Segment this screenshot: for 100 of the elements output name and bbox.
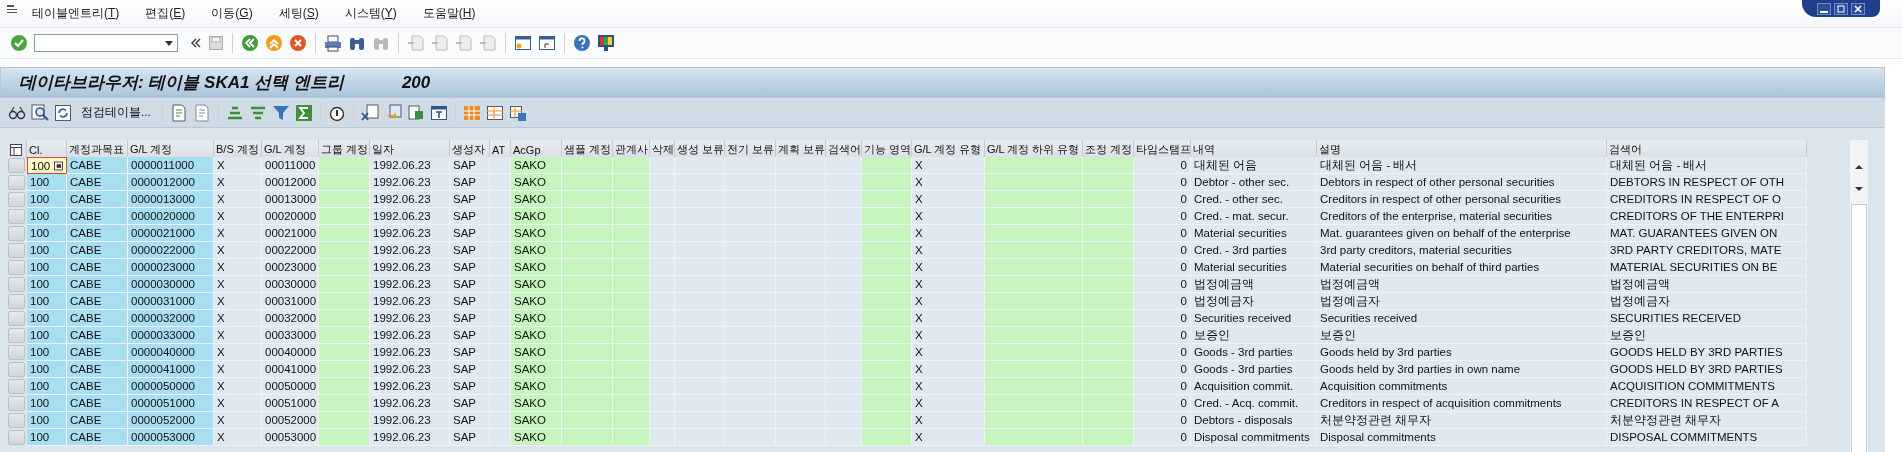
- table-cell: [613, 242, 650, 259]
- table-cell: 00021000: [262, 225, 319, 242]
- search-icon[interactable]: [31, 103, 49, 122]
- refresh-icon[interactable]: [54, 103, 72, 122]
- table-cell: X: [214, 191, 262, 208]
- cancel-icon[interactable]: [289, 34, 307, 52]
- row-selector[interactable]: [8, 311, 25, 326]
- table-cell: 0000012000: [128, 174, 214, 191]
- row-selector[interactable]: [8, 175, 25, 190]
- page-icon[interactable]: [479, 34, 497, 52]
- shortcut-icon[interactable]: [538, 34, 556, 52]
- table-cell: [490, 310, 511, 327]
- table-cell: 100: [27, 191, 67, 208]
- table-cell: [862, 361, 912, 378]
- table-cell: 0: [1134, 276, 1191, 293]
- row-selector[interactable]: [8, 396, 25, 411]
- table-cell[interactable]: 100: [27, 157, 67, 174]
- menu-item[interactable]: 도움말(H): [422, 5, 476, 22]
- enter-icon[interactable]: [10, 34, 28, 52]
- page-icon[interactable]: [431, 34, 449, 52]
- scroll-thumb[interactable]: [1851, 204, 1867, 452]
- table-cell: [319, 259, 370, 276]
- minimize-icon[interactable]: [1817, 2, 1831, 15]
- document-icon[interactable]: [406, 103, 425, 122]
- table-cell: [1083, 310, 1134, 327]
- check-table-button[interactable]: 점검테이블...: [77, 105, 155, 120]
- monitor-icon[interactable]: [597, 34, 615, 52]
- row-selector[interactable]: [8, 328, 25, 343]
- save-icon[interactable]: [208, 35, 224, 51]
- screen-title: 데이타브라우저: 테이블 SKA1 선택 엔트리: [19, 72, 344, 94]
- row-selector[interactable]: [8, 430, 25, 445]
- back-icon[interactable]: [241, 34, 259, 52]
- row-selector[interactable]: [8, 192, 25, 207]
- table-cell: [319, 208, 370, 225]
- print-preview-icon[interactable]: [429, 103, 448, 122]
- table-cell: [826, 429, 862, 446]
- vertical-scrollbar[interactable]: [1850, 140, 1868, 452]
- table-cell: [562, 157, 613, 174]
- table-cell: CABE: [67, 208, 128, 225]
- table-cell: X: [214, 276, 262, 293]
- row-selector[interactable]: [8, 294, 25, 309]
- table-cell: 0: [1134, 327, 1191, 344]
- table-cell: [319, 327, 370, 344]
- table-cell: X: [214, 259, 262, 276]
- table-cell: [562, 344, 613, 361]
- menu-icon[interactable]: [6, 4, 18, 16]
- table-cell: [319, 242, 370, 259]
- table-cell: [613, 208, 650, 225]
- table-cell: [826, 225, 862, 242]
- row-selector[interactable]: [8, 260, 25, 275]
- table-cell: 00022000: [262, 242, 319, 259]
- layout-icon[interactable]: [508, 103, 527, 122]
- menu-item[interactable]: 이동(G): [211, 5, 253, 22]
- table-cell: Material securities: [1191, 259, 1317, 276]
- table-cell: 00052000: [262, 412, 319, 429]
- row-selector[interactable]: [8, 277, 25, 292]
- layout-icon[interactable]: [485, 103, 504, 122]
- exit-icon[interactable]: [265, 34, 283, 52]
- filter-icon[interactable]: [271, 103, 290, 122]
- page-icon[interactable]: [455, 34, 473, 52]
- table-cell: [613, 378, 650, 395]
- table-cell: 1992.06.23: [370, 395, 450, 412]
- excel-export-icon[interactable]: [360, 103, 379, 122]
- table-cell: 1992.06.23: [370, 327, 450, 344]
- table-cell: CABE: [67, 293, 128, 310]
- table-cell: [562, 242, 613, 259]
- table-cell: [650, 429, 675, 446]
- table-cell: 0000013000: [128, 191, 214, 208]
- row-selector[interactable]: [8, 345, 25, 360]
- table-cell: [613, 361, 650, 378]
- table-cell: 100: [27, 259, 67, 276]
- row-selector[interactable]: [8, 209, 25, 224]
- command-field[interactable]: [34, 34, 178, 52]
- sum-icon[interactable]: [294, 103, 313, 122]
- row-selector[interactable]: [8, 413, 25, 428]
- table-cell: SAP: [450, 293, 490, 310]
- value-help-icon[interactable]: [54, 160, 63, 171]
- row-selector[interactable]: [8, 226, 25, 241]
- close-icon[interactable]: [1851, 2, 1865, 15]
- menu-item[interactable]: 편집(E): [145, 5, 186, 22]
- row-selector[interactable]: [8, 362, 25, 377]
- document-icon[interactable]: [192, 103, 211, 122]
- row-selector[interactable]: [8, 379, 25, 394]
- menu-item[interactable]: 시스템(Y): [344, 5, 397, 22]
- menu-item[interactable]: 세팅(S): [278, 5, 319, 22]
- help-icon[interactable]: [573, 34, 591, 52]
- table-cell: X: [912, 378, 985, 395]
- table-cell: 100: [27, 429, 67, 446]
- menu-item[interactable]: 테이블엔트리(T): [32, 5, 120, 22]
- dropdown-icon[interactable]: [165, 40, 173, 46]
- row-selector[interactable]: [8, 243, 25, 258]
- print-icon[interactable]: [324, 34, 342, 52]
- document-icon[interactable]: [169, 103, 188, 122]
- collapse-icon[interactable]: [190, 37, 202, 49]
- table-cell: 0: [1134, 225, 1191, 242]
- table-cell: 0: [1134, 310, 1191, 327]
- restore-icon[interactable]: [1834, 2, 1848, 15]
- page-icon[interactable]: [407, 34, 425, 52]
- new-window-icon[interactable]: [514, 34, 532, 52]
- table-cell: X: [912, 191, 985, 208]
